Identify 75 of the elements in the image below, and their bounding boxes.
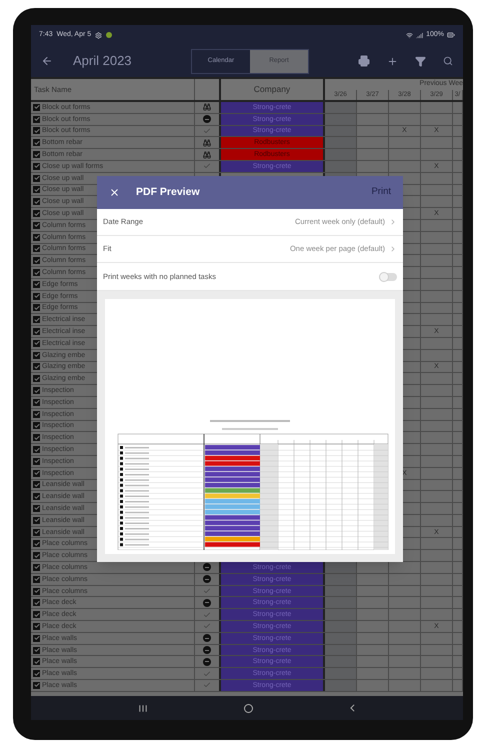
battery-icon xyxy=(447,31,455,39)
checkbox[interactable] xyxy=(33,198,40,206)
check-icon xyxy=(203,587,211,596)
checkbox[interactable] xyxy=(33,504,40,512)
checkbox[interactable] xyxy=(33,151,40,158)
wifi-icon xyxy=(406,32,414,38)
search-icon[interactable] xyxy=(443,56,453,66)
checkbox[interactable] xyxy=(33,493,40,500)
recent-apps-icon[interactable] xyxy=(139,704,148,712)
checkbox[interactable] xyxy=(33,611,40,618)
checkbox[interactable] xyxy=(33,363,40,370)
checkbox[interactable] xyxy=(33,599,40,606)
check-icon xyxy=(203,126,211,135)
checkbox[interactable] xyxy=(33,446,40,453)
filter-icon[interactable] xyxy=(415,56,426,66)
back-icon[interactable] xyxy=(41,55,53,67)
checkbox[interactable] xyxy=(33,174,40,182)
checkbox[interactable] xyxy=(33,458,40,465)
print-icon[interactable] xyxy=(358,55,370,67)
checkbox[interactable] xyxy=(33,222,40,229)
checkbox[interactable] xyxy=(33,528,40,536)
binoculars-icon xyxy=(203,150,211,159)
app-title: April 2023 xyxy=(73,52,133,70)
checkbox[interactable] xyxy=(33,387,40,394)
checkbox[interactable] xyxy=(33,210,40,218)
checkbox[interactable] xyxy=(33,186,40,194)
checkbox[interactable] xyxy=(33,280,40,288)
checkbox[interactable] xyxy=(33,316,40,324)
checkbox[interactable] xyxy=(33,234,40,241)
checkbox[interactable] xyxy=(33,328,40,336)
checkbox[interactable] xyxy=(33,670,40,678)
back-nav-icon[interactable] xyxy=(350,704,355,712)
checkbox[interactable] xyxy=(33,658,40,666)
checkbox[interactable] xyxy=(33,622,40,630)
add-icon[interactable] xyxy=(387,56,398,66)
checkbox[interactable] xyxy=(33,564,40,571)
checkbox[interactable] xyxy=(33,139,40,146)
dialog-title: PDF Preview xyxy=(136,184,200,200)
home-icon[interactable] xyxy=(244,704,253,712)
checkbox[interactable] xyxy=(33,588,40,595)
binoculars-icon xyxy=(203,103,211,112)
checkbox[interactable] xyxy=(33,634,40,642)
checkbox[interactable] xyxy=(33,552,40,560)
signal-icon xyxy=(416,32,424,38)
checkbox[interactable] xyxy=(33,646,40,654)
checkbox[interactable] xyxy=(33,292,40,300)
checkbox[interactable] xyxy=(33,375,40,382)
checkbox[interactable] xyxy=(33,304,40,312)
checkbox[interactable] xyxy=(33,257,40,264)
chevron-icon xyxy=(389,218,397,226)
checkbox[interactable] xyxy=(33,540,40,548)
checkbox[interactable] xyxy=(33,422,40,430)
checkbox[interactable] xyxy=(33,245,40,252)
checkbox[interactable] xyxy=(33,340,40,347)
checkbox[interactable] xyxy=(33,576,40,583)
checkbox[interactable] xyxy=(33,434,40,442)
close-icon[interactable] xyxy=(109,187,120,198)
settings-icon xyxy=(95,32,102,38)
toggle-switch[interactable] xyxy=(379,272,397,280)
column-header: Company xyxy=(254,83,290,96)
checkbox[interactable] xyxy=(33,352,40,359)
checkbox[interactable] xyxy=(33,116,40,123)
checkbox[interactable] xyxy=(33,104,40,111)
checkbox[interactable] xyxy=(33,127,40,134)
checkbox[interactable] xyxy=(33,682,40,689)
chevron-icon xyxy=(389,245,397,253)
checkbox[interactable] xyxy=(33,269,40,276)
checkbox[interactable] xyxy=(33,470,40,477)
checkbox[interactable] xyxy=(33,516,40,524)
binoculars-icon xyxy=(203,138,211,147)
checkbox[interactable] xyxy=(33,398,40,406)
check-icon xyxy=(203,162,211,170)
checkbox[interactable] xyxy=(33,162,40,170)
checkbox[interactable] xyxy=(33,410,40,418)
checkbox[interactable] xyxy=(33,481,40,488)
